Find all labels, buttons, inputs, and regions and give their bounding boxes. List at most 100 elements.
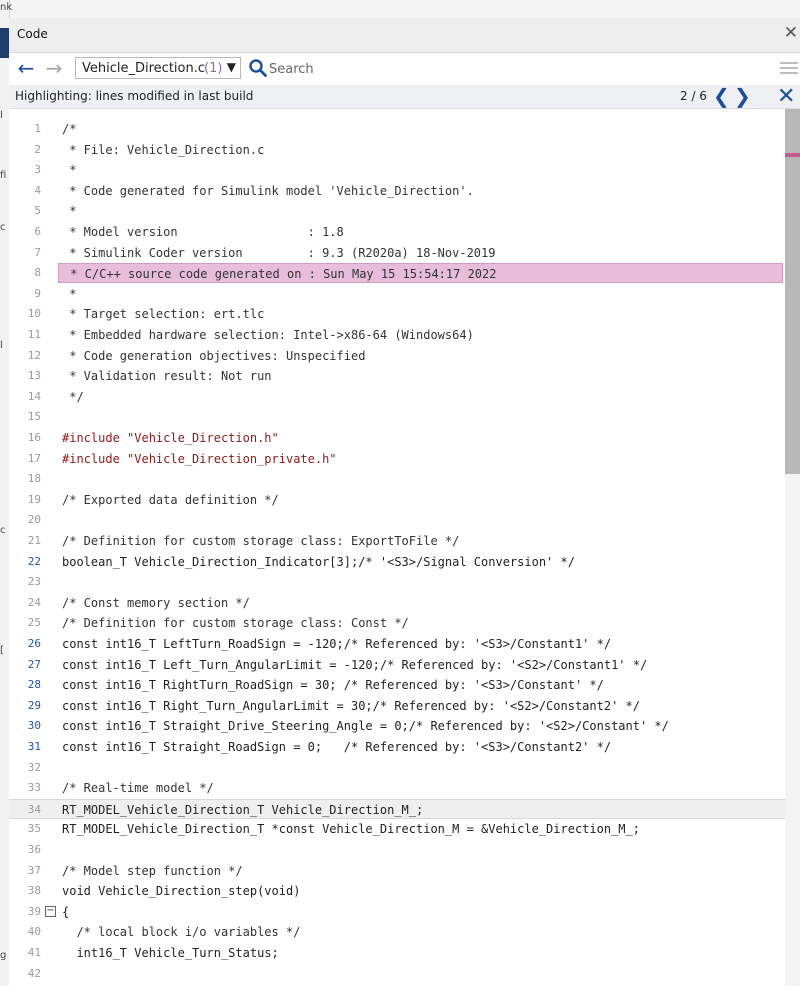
code-text: { bbox=[62, 904, 70, 919]
collapse-icon[interactable]: − bbox=[45, 905, 56, 917]
code-line: 1 /* bbox=[9, 119, 785, 139]
search-input[interactable] bbox=[267, 57, 781, 81]
code-text: void Vehicle_Direction_step(void) bbox=[62, 884, 301, 899]
code-text: /* Model step function */ bbox=[62, 863, 243, 878]
line-number: 25 bbox=[27, 616, 41, 630]
highlight-counter: 2 / 6 bbox=[680, 89, 707, 103]
background-fragment: l bbox=[0, 340, 3, 351]
code-line: 42 bbox=[9, 964, 785, 984]
code-line: 37 /* Model step function */ bbox=[9, 861, 785, 881]
code-line: 19 /* Exported data definition */ bbox=[9, 490, 785, 510]
line-number: 40 bbox=[27, 925, 41, 939]
code-line: 14 */ bbox=[9, 387, 785, 407]
code-line: 8 * C/C++ source code generated on : Sun… bbox=[9, 263, 785, 284]
line-number: 4 bbox=[34, 183, 41, 197]
line-number: 20 bbox=[27, 513, 41, 527]
code-line: 30 const int16_T Straight_Drive_Steering_… bbox=[9, 716, 785, 736]
line-number: 8 bbox=[34, 266, 41, 280]
code-text: RT_MODEL_Vehicle_Direction_T Vehicle_Dir… bbox=[62, 802, 424, 817]
code-line: 3 * bbox=[9, 160, 785, 180]
line-number[interactable]: 28 bbox=[9, 675, 41, 695]
code-line: 25 /* Definition for custom storage class… bbox=[9, 613, 785, 633]
code-text: * Validation result: Not run bbox=[62, 369, 272, 384]
line-number[interactable]: 26 bbox=[9, 634, 41, 654]
code-line: 22 boolean_T Vehicle_Direction_Indicator[… bbox=[9, 552, 785, 572]
line-number: 6 bbox=[34, 225, 41, 238]
code-text: /* Exported data definition */ bbox=[62, 492, 279, 507]
background-window-strip: nk bbox=[0, 0, 800, 18]
line-number[interactable]: 30 bbox=[9, 716, 41, 736]
search-icon[interactable] bbox=[248, 58, 268, 78]
clear-highlight-button[interactable]: ✕ bbox=[777, 85, 795, 109]
chevron-down-icon: ▼ bbox=[226, 60, 236, 74]
code-editor[interactable]: 1/* 2 * File: Vehicle_Direction.c 3 * 4 * C… bbox=[9, 109, 785, 986]
toolbar: ← → Vehicle_Direction.c (1) ▼ bbox=[9, 53, 800, 85]
line-number: 42 bbox=[27, 966, 41, 980]
code-text: * Model version : 1.8 bbox=[62, 225, 344, 239]
close-window-button[interactable]: ✕ bbox=[784, 23, 798, 43]
line-number[interactable]: 29 bbox=[9, 696, 41, 716]
line-number: 21 bbox=[27, 534, 41, 547]
code-line: 23 bbox=[9, 572, 785, 592]
code-line: 18 bbox=[9, 469, 785, 489]
window-title: Code bbox=[17, 27, 48, 41]
code-line: 21 /* Definition for custom storage class… bbox=[9, 531, 785, 551]
back-arrow-button[interactable]: ← bbox=[15, 55, 37, 81]
background-fragment: g bbox=[0, 950, 7, 961]
code-text: int16_T Vehicle_Turn_Status; bbox=[62, 946, 279, 960]
line-number: 35 bbox=[27, 822, 41, 836]
code-line: 24 /* Const memory section */ bbox=[9, 593, 785, 613]
line-number: 37 bbox=[27, 863, 41, 877]
code-text: * Simulink Coder version : 9.3 (R2020a) … bbox=[62, 245, 496, 260]
background-fragment: nk bbox=[0, 2, 13, 13]
code-text: * bbox=[62, 204, 77, 219]
code-text: /* Real-time model */ bbox=[62, 781, 214, 796]
code-text: const int16_T Straight_Drive_Steering_An… bbox=[62, 719, 669, 734]
code-line: 34 RT_MODEL_Vehicle_Direction_T Vehicle_D… bbox=[9, 798, 785, 819]
code-line: 17 #include "Vehicle_Direction_private.h" bbox=[9, 449, 785, 469]
code-line: 26 const int16_T LeftTurn_RoadSign = -120… bbox=[9, 634, 785, 654]
line-number[interactable]: 27 bbox=[9, 655, 41, 675]
code-line: 12 * Code generation objectives: Unspeci… bbox=[9, 346, 785, 366]
code-text: const int16_T Left_Turn_AngularLimit = -… bbox=[62, 657, 648, 672]
line-number: 15 bbox=[27, 410, 41, 424]
scrollbar-thumb[interactable] bbox=[785, 109, 800, 474]
code-text: * bbox=[62, 163, 77, 178]
file-selector-dropdown[interactable]: Vehicle_Direction.c (1) ▼ bbox=[75, 57, 241, 79]
line-number: 1 bbox=[34, 122, 41, 135]
code-text: * File: Vehicle_Direction.c bbox=[62, 142, 265, 157]
line-number: 12 bbox=[27, 348, 41, 362]
line-number: 32 bbox=[27, 760, 41, 774]
vertical-scrollbar[interactable] bbox=[785, 109, 800, 986]
code-view-window: Code ✕ ← → Vehicle_Direction.c (1) ▼ Hig… bbox=[9, 18, 800, 986]
code-text: * Embedded hardware selection: Intel->x8… bbox=[62, 328, 474, 342]
line-number[interactable]: 31 bbox=[9, 737, 41, 757]
highlight-navigation-bar: Highlighting: lines modified in last bui… bbox=[9, 84, 800, 109]
code-line: 31 const int16_T Straight_RoadSign = 0; /… bbox=[9, 737, 785, 757]
next-highlight-button[interactable]: ❯ bbox=[734, 84, 751, 108]
title-bar: Code ✕ bbox=[9, 18, 800, 53]
line-number: 2 bbox=[34, 142, 41, 156]
line-number[interactable]: 22 bbox=[9, 552, 41, 572]
code-text: const int16_T Right_Turn_AngularLimit = … bbox=[62, 698, 640, 713]
line-number: 23 bbox=[27, 575, 41, 589]
forward-arrow-button[interactable]: → bbox=[43, 55, 65, 81]
code-text: /* Const memory section */ bbox=[62, 595, 250, 610]
code-line: 29 const int16_T Right_Turn_AngularLimit … bbox=[9, 696, 785, 716]
code-line: 35 RT_MODEL_Vehicle_Direction_T *const Ve… bbox=[9, 819, 785, 839]
line-number: 38 bbox=[27, 884, 41, 898]
code-line: 36 bbox=[9, 840, 785, 860]
line-number: 5 bbox=[34, 204, 41, 218]
line-number: 11 bbox=[27, 328, 41, 341]
line-number: 16 bbox=[27, 431, 41, 444]
code-text: * Target selection: ert.tlc bbox=[62, 307, 265, 322]
line-number: 9 bbox=[34, 286, 41, 300]
previous-highlight-button[interactable]: ❮ bbox=[713, 84, 730, 108]
menu-icon[interactable] bbox=[780, 59, 798, 77]
background-fragment: c bbox=[0, 222, 6, 233]
code-line: 10 * Target selection: ert.tlc bbox=[9, 304, 785, 324]
code-line: 9 * bbox=[9, 284, 785, 304]
code-line: 16 #include "Vehicle_Direction.h" bbox=[9, 428, 785, 448]
background-fragment: l bbox=[0, 110, 3, 121]
code-text: * C/C++ source code generated on : Sun M… bbox=[58, 263, 783, 284]
